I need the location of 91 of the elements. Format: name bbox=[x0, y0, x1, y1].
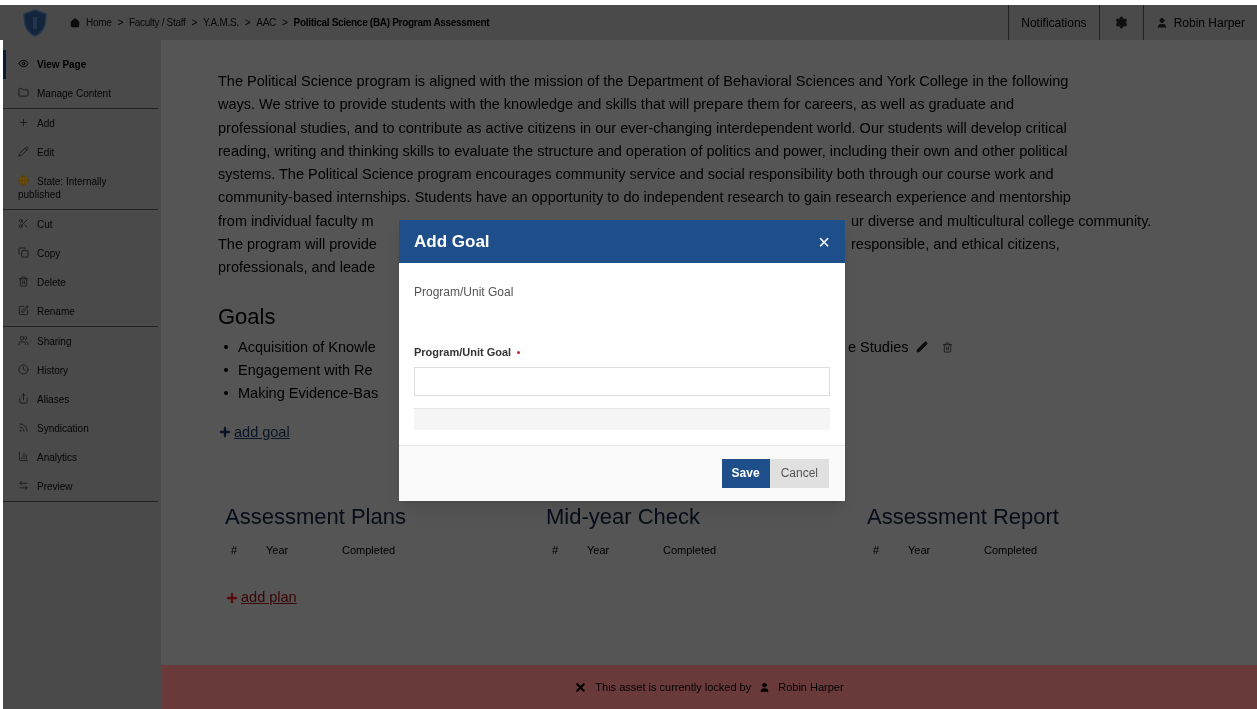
close-button[interactable]: × bbox=[818, 231, 830, 252]
edit-icon[interactable] bbox=[916, 341, 929, 354]
sidebar-item[interactable]: Edit bbox=[3, 138, 158, 167]
goals-heading: Goals bbox=[218, 302, 276, 331]
column-header: Year bbox=[266, 542, 290, 558]
plus-icon bbox=[218, 425, 232, 440]
section-heading: Assessment Report bbox=[867, 502, 1060, 531]
column-header: Year bbox=[587, 542, 611, 558]
breadcrumb-link[interactable]: Home bbox=[86, 15, 112, 30]
sidebar-item[interactable]: Analytics bbox=[3, 443, 158, 472]
sidebar-item[interactable]: State: Internally published bbox=[3, 167, 158, 209]
mission-text: The Political Science program is aligned with the mission of the Department of Behavioral Sciences and York College in the following bbox=[218, 72, 1069, 91]
lock-notice-text: This asset is currently locked by bbox=[595, 679, 752, 695]
sidebar-item[interactable]: View Page bbox=[3, 50, 158, 79]
copy-icon bbox=[18, 247, 29, 258]
goal-text: Making Evidence-Bas bbox=[238, 383, 379, 403]
column-header: Year bbox=[908, 542, 932, 558]
sidebar-item[interactable]: Copy bbox=[3, 239, 158, 268]
add-plan-link[interactable]: add plan bbox=[225, 585, 297, 610]
sidebar-item[interactable]: Add bbox=[3, 109, 158, 138]
save-button[interactable]: Save bbox=[721, 458, 770, 488]
sidebar-item[interactable]: Manage Content bbox=[3, 79, 158, 108]
people-icon bbox=[18, 335, 29, 346]
share-icon bbox=[18, 393, 29, 404]
user-icon bbox=[759, 681, 771, 693]
clock-icon bbox=[18, 364, 29, 375]
breadcrumb-separator: > bbox=[282, 16, 288, 30]
scissors-icon bbox=[18, 218, 29, 229]
plus-icon bbox=[225, 590, 239, 605]
plus-icon bbox=[18, 117, 29, 128]
globe-icon bbox=[18, 175, 29, 186]
trash-icon[interactable] bbox=[942, 341, 954, 353]
lock-user-name: Robin Harper bbox=[778, 679, 844, 695]
sidebar-item[interactable]: Cut bbox=[3, 210, 158, 239]
mission-text: from individual faculty m bbox=[218, 211, 374, 231]
sidebar-item[interactable]: Sharing bbox=[3, 327, 158, 356]
pencil-icon bbox=[18, 146, 29, 157]
mission-text: ways. We strive to provide students with the knowledge and skills that will prepare them for careers, as well as graduate and bbox=[218, 95, 1014, 115]
bullet-icon bbox=[224, 345, 228, 350]
breadcrumb-link[interactable]: Faculty / Staff bbox=[129, 15, 186, 30]
eye-icon bbox=[18, 58, 29, 69]
cancel-button[interactable]: Cancel bbox=[769, 458, 829, 488]
column-header: Completed bbox=[984, 542, 1038, 558]
mission-text: reading, writing and thinking skills to evaluate the structure and operation of politics and power, including their own and other political bbox=[218, 141, 1068, 161]
mission-text: professional studies, and to contribute as active citizens in our ever-changing interdependent world. Our students will develop critical bbox=[218, 118, 1067, 138]
sidebar-item[interactable]: Aliases bbox=[3, 385, 158, 414]
edit-icon bbox=[18, 305, 29, 316]
user-icon bbox=[1155, 16, 1168, 29]
goal-text: Acquisition of Knowle bbox=[238, 337, 376, 357]
column-header: Completed bbox=[342, 542, 396, 558]
breadcrumb-link[interactable]: AAC bbox=[256, 15, 276, 30]
sidebar-item[interactable]: Preview bbox=[3, 472, 158, 501]
sidebar-item[interactable]: Rename bbox=[3, 297, 158, 326]
column-header: # bbox=[873, 542, 881, 558]
sidebar-item[interactable]: Delete bbox=[3, 268, 158, 297]
bullet-icon bbox=[224, 391, 228, 396]
breadcrumb-separator: > bbox=[117, 16, 124, 30]
mission-text: The program will provide bbox=[218, 235, 377, 255]
breadcrumb-link[interactable]: Y.A.M.S. bbox=[203, 15, 239, 30]
mission-text: professionals, and leade bbox=[218, 258, 376, 278]
dialog-title: Add Goal bbox=[414, 230, 490, 253]
gear-icon bbox=[1114, 16, 1128, 29]
folder-icon bbox=[18, 87, 29, 98]
home-icon bbox=[70, 17, 80, 28]
arrows-icon bbox=[18, 480, 29, 491]
column-header: Completed bbox=[663, 542, 717, 558]
goal-text: e Studies bbox=[848, 337, 909, 357]
section-heading: Mid-year Check bbox=[546, 502, 702, 531]
bullet-icon bbox=[224, 368, 228, 373]
mission-text: responsible, and ethical citizens, bbox=[851, 235, 1060, 255]
goal-input-field[interactable] bbox=[414, 366, 830, 396]
goal-text: Engagement with Re bbox=[238, 360, 373, 380]
sidebar-item[interactable]: History bbox=[3, 356, 158, 385]
shield-logo-icon bbox=[23, 8, 47, 37]
sidebar-item[interactable]: Syndication bbox=[3, 414, 158, 443]
add-goal-link[interactable]: add goal bbox=[218, 420, 290, 444]
rss-icon bbox=[18, 422, 29, 433]
chart-icon bbox=[18, 451, 29, 462]
column-header: # bbox=[231, 542, 239, 558]
field-label: Program/Unit Goal bbox=[414, 345, 512, 360]
mission-text: ur diverse and multicultural college community. bbox=[851, 211, 1152, 231]
dialog-subtitle: Program/Unit Goal bbox=[414, 284, 515, 301]
breadcrumb-separator: > bbox=[191, 16, 198, 30]
mission-text: community-based internships. Students have an opportunity to do independent research to gain research experience and mentorship bbox=[218, 188, 1071, 208]
trash-icon bbox=[18, 276, 29, 287]
column-header: # bbox=[552, 542, 560, 558]
mission-text: systems. The Political Science program encourages community service and social responsibility both through our course work and bbox=[218, 165, 1054, 185]
breadcrumb-separator: > bbox=[244, 16, 251, 30]
breadcrumb-link[interactable]: Political Science (BA) Program Assessment bbox=[293, 15, 490, 30]
close-icon[interactable] bbox=[574, 680, 588, 694]
section-heading: Assessment Plans bbox=[225, 502, 407, 531]
